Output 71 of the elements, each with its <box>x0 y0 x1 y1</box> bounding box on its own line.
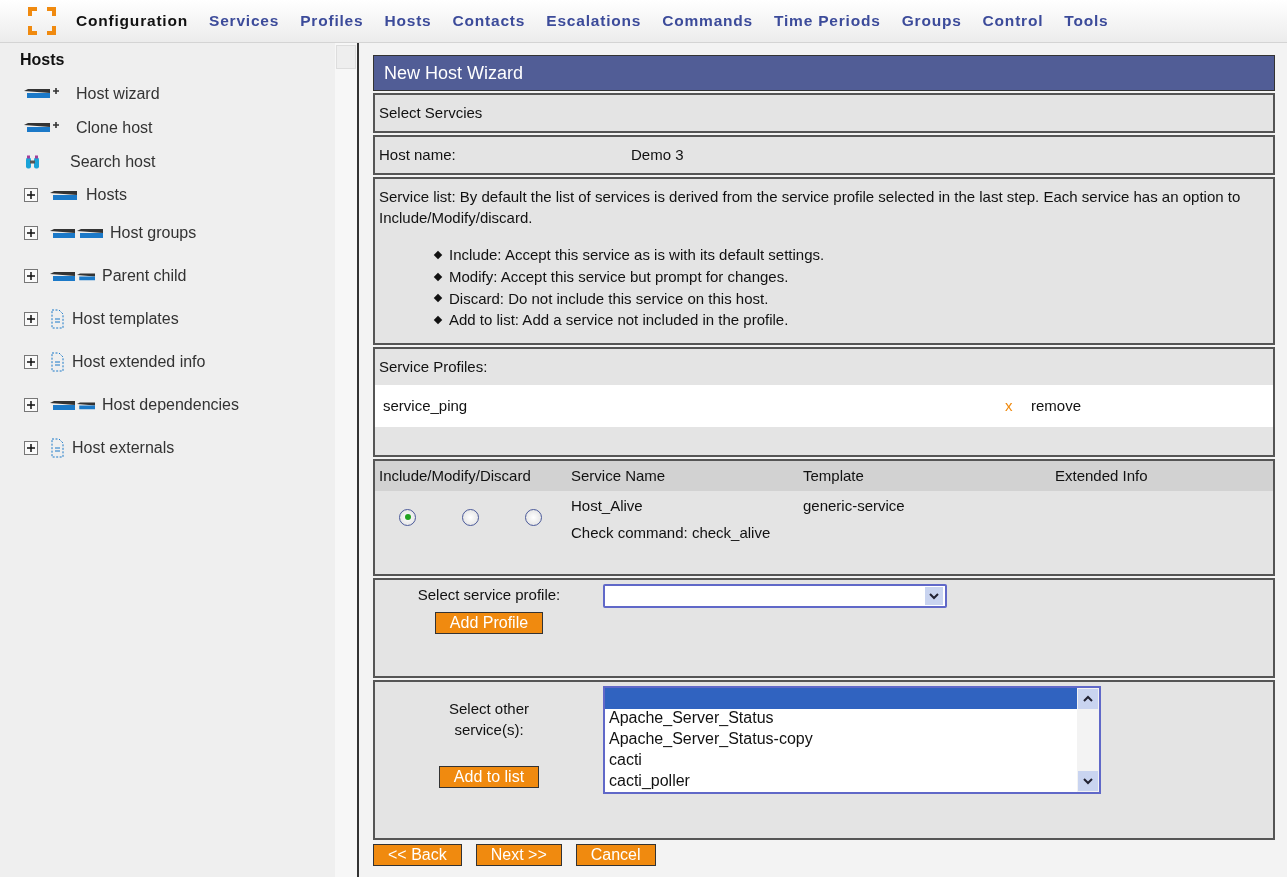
nav-link[interactable]: Profiles <box>300 12 364 30</box>
document-icon <box>50 437 66 458</box>
section-label: Service Profiles: <box>379 357 488 377</box>
sidebar-link[interactable]: Host wizard <box>76 85 160 103</box>
column-header: Extended Info <box>1055 465 1149 486</box>
column-header: Include/Modify/Discard <box>379 465 532 486</box>
dropdown-caret-icon[interactable] <box>925 587 943 605</box>
service-name: Host_Alive <box>571 495 644 516</box>
tree-item[interactable]: Host dependencies <box>102 395 239 414</box>
nav-link[interactable]: Tools <box>1064 12 1109 30</box>
column-header: Service Name <box>571 465 667 486</box>
sidebar-title: Hosts <box>20 51 66 69</box>
bullet-icon <box>433 315 443 325</box>
field-label: Select service profile: <box>417 585 561 605</box>
nav-link[interactable]: Control <box>982 12 1044 30</box>
server-icon <box>50 189 80 201</box>
sidebar-link[interactable]: Search host <box>70 153 156 171</box>
step-title: Select Servcies <box>379 103 483 123</box>
intro-text: Service list: By default the list of services is derived from the service profile selected in the last step. Each service has an option to Include/Modify/discard. <box>379 186 1242 229</box>
column-header: Template <box>803 465 865 486</box>
nav-link[interactable]: Commands <box>662 12 753 30</box>
nav-link[interactable]: Configuration <box>76 12 188 30</box>
bullet-text: Discard: Do not include this service on this host. <box>449 288 769 309</box>
servers-icon <box>50 226 104 239</box>
check-command: Check command: check_alive <box>571 523 772 544</box>
template-name: generic-service <box>803 496 905 514</box>
profile-name: service_ping <box>383 395 469 416</box>
logo-icon <box>28 7 56 35</box>
servers-icon <box>50 269 96 282</box>
nav-link[interactable]: Time Periods <box>774 12 881 30</box>
wizard-title: New Host Wizard <box>373 55 1275 91</box>
tree-item[interactable]: Hosts <box>86 186 127 204</box>
host-name: Demo 3 <box>631 144 684 165</box>
expand-toggle[interactable] <box>24 188 38 202</box>
expand-toggle[interactable] <box>24 311 38 326</box>
binoculars-icon <box>24 154 41 170</box>
expand-toggle[interactable] <box>24 354 38 369</box>
tree-item[interactable]: Host externals <box>72 438 175 457</box>
bullet-text: Include: Accept this service as is with its default settings. <box>449 245 825 265</box>
bullet-text: Add to list: Add a service not included in the profile. <box>449 310 789 331</box>
scroll-up-icon[interactable] <box>1078 689 1098 709</box>
nav-link[interactable]: Escalations <box>546 12 642 30</box>
bullet-icon <box>433 250 443 260</box>
scroll-down-icon[interactable] <box>1078 771 1098 791</box>
remove-link[interactable]: remove <box>1031 394 1082 417</box>
nav-link[interactable]: Groups <box>901 12 962 30</box>
document-icon <box>50 351 66 372</box>
bullet-icon <box>433 294 443 303</box>
radio-button[interactable] <box>462 508 479 526</box>
tree-item[interactable]: Host templates <box>72 309 179 328</box>
services-listbox[interactable]: Apache_Server_Status Apache_Server_Status-copy cacti cacti_poller <box>603 686 1101 794</box>
field-label: Select other service(s): <box>447 699 530 740</box>
tree-item[interactable]: Parent child <box>102 266 187 285</box>
expand-toggle[interactable] <box>24 225 38 240</box>
nav-link[interactable]: Hosts <box>384 12 432 30</box>
nav-link[interactable]: Services <box>209 12 280 30</box>
expand-toggle[interactable] <box>24 268 38 283</box>
sidebar-link[interactable]: Clone host <box>76 119 153 137</box>
expand-toggle[interactable] <box>24 440 38 455</box>
nav-link[interactable]: Contacts <box>452 12 526 30</box>
document-icon <box>50 308 66 329</box>
tree-item[interactable]: Host groups <box>110 223 197 242</box>
tree-item[interactable]: Host extended info <box>72 352 206 371</box>
field-label: Host name: <box>379 144 457 165</box>
servers-icon <box>50 398 96 411</box>
radio-button[interactable] <box>399 508 416 526</box>
expand-toggle[interactable] <box>24 397 38 412</box>
bullet-icon <box>433 272 443 281</box>
profile-select[interactable] <box>603 584 947 608</box>
radio-button[interactable] <box>525 508 542 526</box>
bullet-text: Modify: Accept this service but prompt for changes. <box>449 266 789 287</box>
